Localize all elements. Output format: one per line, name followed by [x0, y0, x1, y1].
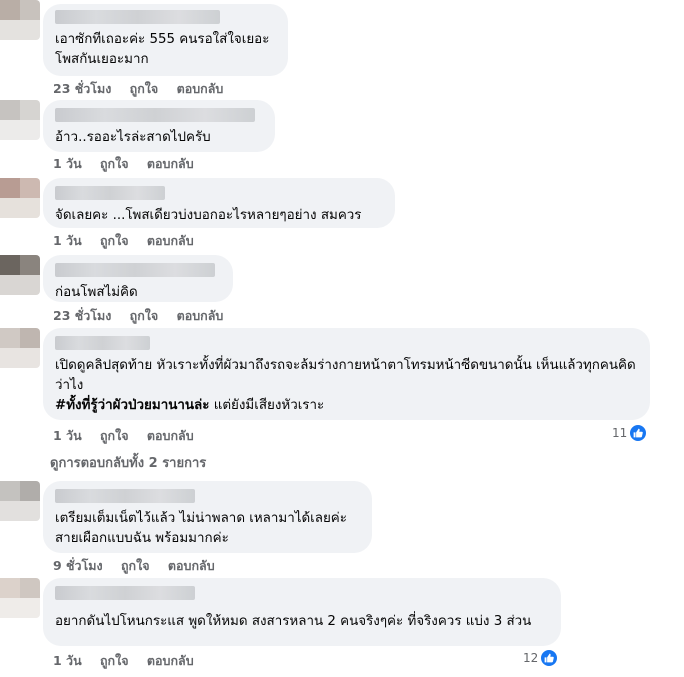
reaction-count[interactable]: 11 — [612, 424, 648, 442]
reaction-count[interactable]: 12 — [523, 649, 559, 667]
reply-button[interactable]: ตอบกลับ — [168, 556, 215, 576]
comment-time[interactable]: 23 ชั่วโมง — [53, 306, 111, 326]
like-button[interactable]: ถูกใจ — [100, 231, 129, 251]
hashtag-link[interactable]: #ทั้งที่รู้ว่าผัวป่วยมานานล่ะ — [55, 398, 209, 413]
reply-button[interactable]: ตอบกลับ — [147, 154, 194, 174]
comment-text: เอาซักทีเถอะค่ะ 555 คนรอใส่ใจเยอะ โพสกัน… — [55, 32, 270, 67]
like-button[interactable]: ถูกใจ — [100, 651, 129, 671]
commenter-name[interactable] — [55, 108, 255, 122]
reply-button[interactable]: ตอบกลับ — [177, 79, 224, 99]
reply-button[interactable]: ตอบกลับ — [147, 651, 194, 671]
comment-text-body: เปิดดูคลิปสุดท้าย หัวเราะทั้งที่ผัวมาถึง… — [55, 358, 636, 393]
comment-actions: 1 วัน ถูกใจ ตอบกลับ — [53, 426, 208, 446]
comment-bubble: จัดเลยคะ ...โพสเดียวบ่งบอกอะไรหลายๆอย่าง… — [43, 178, 395, 228]
avatar[interactable] — [0, 481, 40, 521]
comment-bubble: อยากดันไปโหนกระแส พูดให้หมด สงสารหลาน 2 … — [43, 578, 561, 646]
comment-bubble: อ้าว..รออะไรล่ะสาดไปครับ — [43, 100, 275, 152]
comment-time[interactable]: 1 วัน — [53, 426, 82, 446]
avatar[interactable] — [0, 100, 40, 140]
comment-text: เตรียมเต็มเน็ตไว้แล้ว ไม่น่าพลาด เหลามาไ… — [55, 511, 347, 546]
like-button[interactable]: ถูกใจ — [100, 154, 129, 174]
comment-actions: 23 ชั่วโมง ถูกใจ ตอบกลับ — [53, 306, 237, 326]
avatar[interactable] — [0, 255, 40, 295]
comment-text: เปิดดูคลิปสุดท้าย หัวเราะทั้งที่ผัวมาถึง… — [55, 356, 638, 416]
thumbs-up-icon — [540, 649, 559, 667]
comment-text: อ้าว..รออะไรล่ะสาดไปครับ — [55, 130, 211, 145]
reply-button[interactable]: ตอบกลับ — [147, 231, 194, 251]
comment-bubble: ก่อนโพสไม่คิด — [43, 255, 233, 302]
avatar[interactable] — [0, 0, 40, 40]
comment-actions: 1 วัน ถูกใจ ตอบกลับ — [53, 231, 208, 251]
commenter-name[interactable] — [55, 336, 150, 350]
comment-actions: 9 ชั่วโมง ถูกใจ ตอบกลับ — [53, 556, 229, 576]
avatar[interactable] — [0, 578, 40, 618]
reply-button[interactable]: ตอบกลับ — [147, 426, 194, 446]
reply-button[interactable]: ตอบกลับ — [177, 306, 224, 326]
like-button[interactable]: ถูกใจ — [100, 426, 129, 446]
comment-time[interactable]: 9 ชั่วโมง — [53, 556, 103, 576]
comment-actions: 1 วัน ถูกใจ ตอบกลับ — [53, 651, 208, 671]
commenter-name[interactable] — [55, 489, 195, 503]
reaction-count-number: 12 — [523, 651, 539, 665]
view-replies-link[interactable]: ดูการตอบกลับทั้ง 2 รายการ — [50, 452, 206, 473]
like-button[interactable]: ถูกใจ — [121, 556, 150, 576]
avatar[interactable] — [0, 178, 40, 218]
commenter-name[interactable] — [55, 586, 195, 600]
comment-bubble: เปิดดูคลิปสุดท้าย หัวเราะทั้งที่ผัวมาถึง… — [43, 328, 650, 420]
comment-text: ก่อนโพสไม่คิด — [55, 285, 138, 300]
like-button[interactable]: ถูกใจ — [130, 306, 159, 326]
comment-time[interactable]: 23 ชั่วโมง — [53, 79, 111, 99]
like-button[interactable]: ถูกใจ — [130, 79, 159, 99]
comment-text-after: แต่ยังมีเสียงหัวเราะ — [209, 398, 325, 413]
commenter-name[interactable] — [55, 10, 220, 24]
comment-time[interactable]: 1 วัน — [53, 651, 82, 671]
comment-bubble: เอาซักทีเถอะค่ะ 555 คนรอใส่ใจเยอะ โพสกัน… — [43, 4, 288, 76]
commenter-name[interactable] — [55, 263, 215, 277]
avatar[interactable] — [0, 328, 40, 368]
commenter-name[interactable] — [55, 186, 165, 200]
thumbs-up-icon — [629, 424, 648, 442]
comment-time[interactable]: 1 วัน — [53, 231, 82, 251]
comment-actions: 23 ชั่วโมง ถูกใจ ตอบกลับ — [53, 79, 237, 99]
comment-text: จัดเลยคะ ...โพสเดียวบ่งบอกอะไรหลายๆอย่าง… — [55, 208, 362, 223]
comment-time[interactable]: 1 วัน — [53, 154, 82, 174]
comment-bubble: เตรียมเต็มเน็ตไว้แล้ว ไม่น่าพลาด เหลามาไ… — [43, 481, 372, 553]
comment-actions: 1 วัน ถูกใจ ตอบกลับ — [53, 154, 208, 174]
reaction-count-number: 11 — [612, 426, 628, 440]
comment-text: อยากดันไปโหนกระแส พูดให้หมด สงสารหลาน 2 … — [55, 614, 532, 629]
